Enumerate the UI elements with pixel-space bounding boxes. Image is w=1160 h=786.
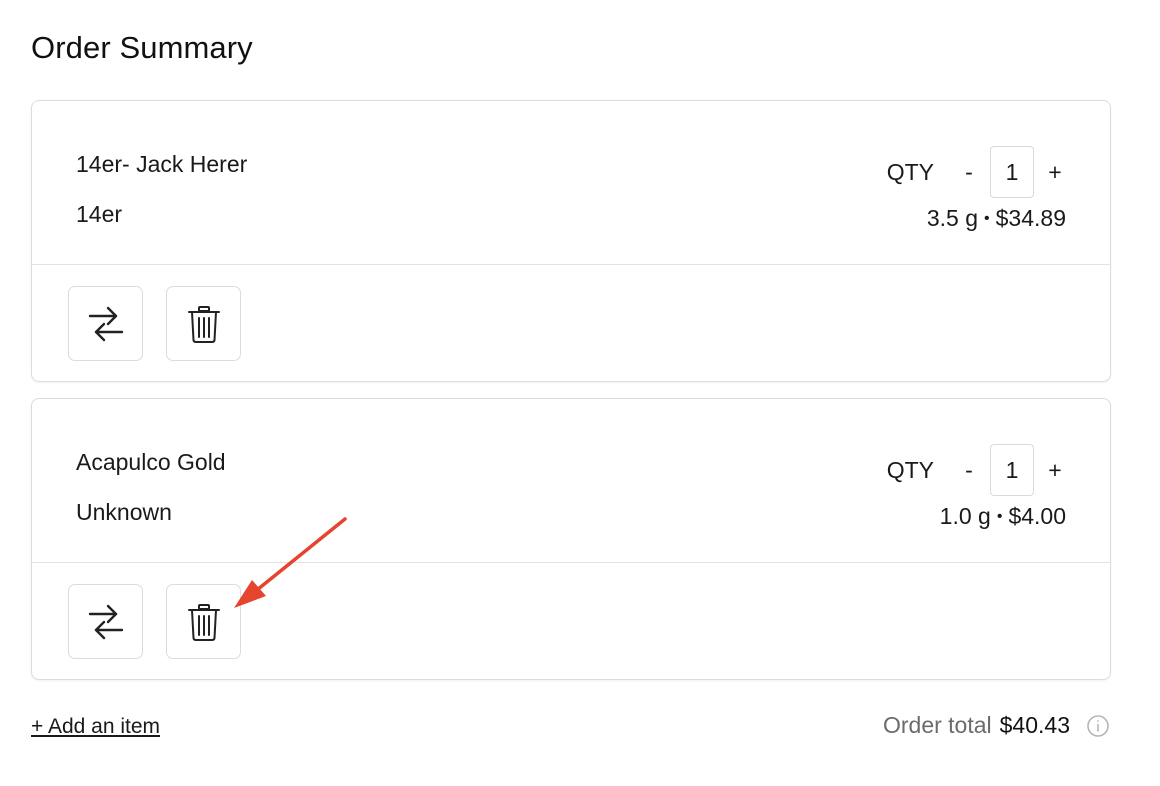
item-weight: 1.0 g xyxy=(939,503,991,529)
item-price: $4.00 xyxy=(1008,503,1066,529)
decrease-quantity-button[interactable]: - xyxy=(958,457,980,484)
trash-icon xyxy=(187,305,220,343)
order-item-details: Acapulco Gold Unknown QTY - + 1.0 g • $4.0… xyxy=(32,399,1110,563)
separator-dot: • xyxy=(984,210,990,227)
qty-label: QTY xyxy=(886,158,934,185)
add-item-link[interactable]: + Add an item xyxy=(31,715,160,739)
quantity-input[interactable] xyxy=(990,444,1034,496)
increase-quantity-button[interactable]: + xyxy=(1044,159,1066,186)
delete-item-button[interactable] xyxy=(166,286,241,361)
order-total: Order total $40.43 xyxy=(883,712,1110,739)
decrease-quantity-button[interactable]: - xyxy=(958,159,980,186)
swap-arrows-icon xyxy=(88,306,123,341)
item-brand: 14er xyxy=(76,201,123,227)
item-weight: 3.5 g xyxy=(926,205,979,231)
order-total-label: Order total xyxy=(882,712,992,738)
item-name: 14er- Jack Herer xyxy=(76,151,248,177)
swap-arrows-icon xyxy=(88,604,123,639)
item-weight-price: 1.0 g • $4.00 xyxy=(940,503,1066,530)
order-item-details: 14er- Jack Herer 14er QTY - + 3.5 g • $34.… xyxy=(32,101,1110,265)
quantity-control: QTY - + xyxy=(887,146,1066,198)
quantity-input[interactable] xyxy=(990,146,1034,198)
page-title: Order Summary xyxy=(31,30,253,65)
order-item-card: 14er- Jack Herer 14er QTY - + 3.5 g • $34.… xyxy=(31,100,1111,382)
delete-item-button[interactable] xyxy=(166,584,241,659)
item-brand: Unknown xyxy=(76,499,172,525)
quantity-control: QTY - + xyxy=(887,444,1066,496)
qty-label: QTY xyxy=(886,456,934,483)
increase-quantity-button[interactable]: + xyxy=(1044,457,1066,484)
order-item-card: Acapulco Gold Unknown QTY - + 1.0 g • $4.0… xyxy=(31,398,1111,680)
info-icon[interactable] xyxy=(1086,714,1110,738)
order-summary-page: Order Summary 14er- Jack Herer 14er QTY … xyxy=(0,0,1160,786)
order-total-value: $40.43 xyxy=(999,712,1070,738)
item-name: Acapulco Gold xyxy=(76,449,226,475)
item-actions xyxy=(32,563,1110,680)
item-actions xyxy=(32,265,1110,382)
swap-item-button[interactable] xyxy=(68,584,143,659)
trash-icon xyxy=(187,603,220,641)
item-weight-price: 3.5 g • $34.89 xyxy=(927,205,1066,232)
separator-dot: • xyxy=(996,508,1003,525)
swap-item-button[interactable] xyxy=(68,286,143,361)
item-price: $34.89 xyxy=(995,205,1066,231)
